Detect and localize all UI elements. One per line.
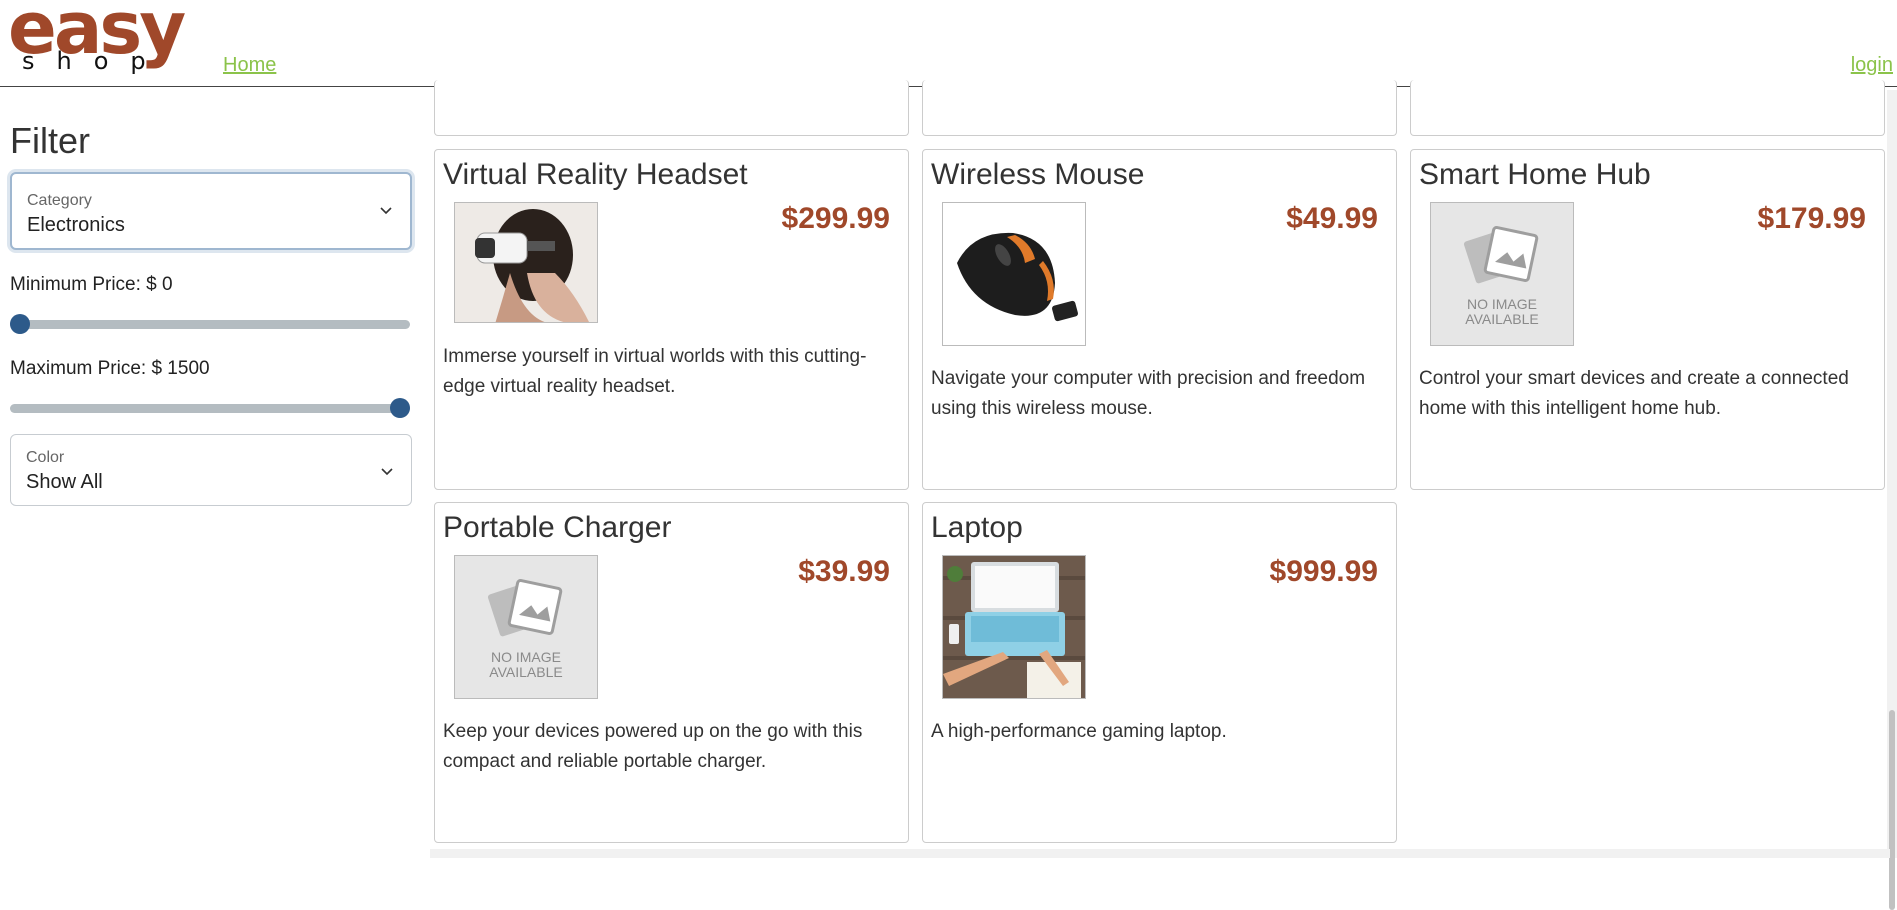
no-image-placeholder: NO IMAGE AVAILABLE — [454, 555, 598, 699]
product-price: $179.99 — [1757, 202, 1866, 235]
product-price: $49.99 — [1286, 202, 1378, 235]
no-image-text: AVAILABLE — [489, 664, 563, 680]
no-image-placeholder: NO IMAGE AVAILABLE — [1430, 202, 1574, 346]
product-description: A high-performance gaming laptop. — [931, 721, 1227, 742]
no-image-text: NO IMAGE — [490, 649, 561, 665]
logo[interactable]: easy shop — [8, 0, 186, 75]
chevron-down-icon — [381, 468, 393, 476]
category-label: Category — [27, 192, 92, 209]
product-image-vr-headset — [454, 202, 598, 323]
vertical-scrollbar[interactable] — [1887, 90, 1897, 910]
product-name: Portable Charger — [443, 511, 672, 544]
product-card-partial[interactable] — [922, 80, 1397, 136]
product-name: Wireless Mouse — [931, 158, 1145, 191]
category-value: Electronics — [27, 214, 125, 236]
product-card[interactable]: Portable Charger NO IMAGE AVAILABLE $39.… — [434, 502, 909, 843]
home-link[interactable]: Home — [223, 54, 276, 77]
product-card[interactable]: Virtual Reality Headset $299.99 Immerse … — [434, 149, 909, 490]
slider-thumb[interactable] — [390, 398, 410, 418]
chevron-down-icon — [380, 207, 392, 215]
product-price: $299.99 — [781, 202, 890, 235]
product-description: Immerse yourself in virtual worlds with … — [443, 346, 867, 397]
min-price-slider[interactable] — [10, 314, 410, 334]
product-name: Laptop — [931, 511, 1023, 544]
color-select[interactable]: Color Show All — [10, 434, 412, 506]
product-image-wireless-mouse — [942, 202, 1086, 346]
max-price-slider[interactable] — [10, 398, 410, 418]
logo-text-shop: shop — [22, 47, 168, 75]
filter-title: Filter — [10, 120, 90, 161]
product-card[interactable]: Laptop $999.99 A high-performance gaming… — [922, 502, 1397, 843]
product-grid: Virtual Reality Headset $299.99 Immerse … — [434, 0, 1885, 850]
product-image-laptop — [942, 555, 1086, 699]
color-value: Show All — [26, 471, 103, 493]
scrollbar-thumb[interactable] — [1889, 710, 1895, 910]
color-label: Color — [26, 449, 65, 466]
min-price-label: Minimum Price: $ 0 — [10, 274, 173, 295]
product-card-partial[interactable] — [434, 80, 909, 136]
category-select[interactable]: Category Electronics — [10, 172, 412, 250]
product-name: Virtual Reality Headset — [443, 158, 748, 191]
product-card[interactable]: Smart Home Hub NO IMAGE AVAILABLE $179.9… — [1410, 149, 1885, 490]
product-description: Keep your devices powered up on the go w… — [443, 721, 863, 772]
max-price-label: Maximum Price: $ 1500 — [10, 358, 210, 379]
slider-thumb[interactable] — [10, 314, 30, 334]
product-description: Control your smart devices and create a … — [1419, 368, 1849, 419]
no-image-text: NO IMAGE — [1466, 296, 1537, 312]
product-price: $999.99 — [1269, 555, 1378, 588]
product-card-partial[interactable] — [1410, 80, 1885, 136]
product-name: Smart Home Hub — [1419, 158, 1651, 191]
no-image-text: AVAILABLE — [1465, 311, 1539, 327]
product-price: $39.99 — [798, 555, 890, 588]
horizontal-scrollbar[interactable] — [430, 849, 1890, 858]
slider-track — [10, 320, 410, 329]
slider-track — [10, 404, 410, 413]
product-card[interactable]: Wireless Mouse $49.99 Navigate your comp… — [922, 149, 1397, 490]
filter-panel: Filter Category Electronics Minimum Pric… — [10, 120, 412, 506]
product-description: Navigate your computer with precision an… — [931, 368, 1366, 419]
